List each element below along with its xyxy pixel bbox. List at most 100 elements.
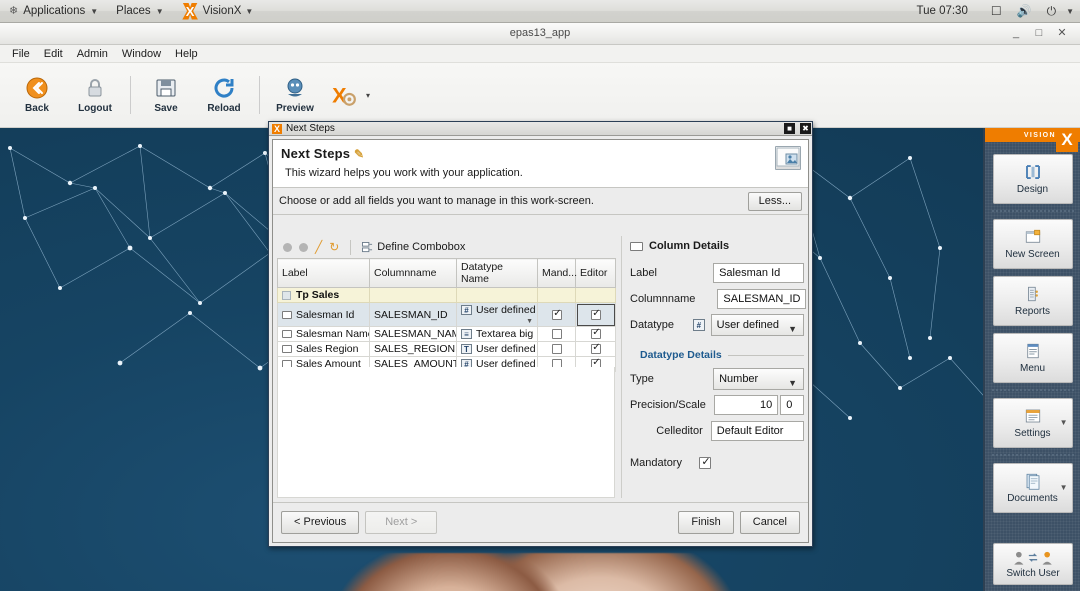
column-header-label[interactable]: Label <box>278 259 370 288</box>
column-header-datatype-name[interactable]: Datatype Name <box>457 259 538 288</box>
type-select[interactable]: Number ▼ <box>713 368 804 390</box>
row-datatype-cell[interactable]: #User defined▼ <box>457 303 538 327</box>
menu-icon <box>1023 342 1043 360</box>
menu-item-file[interactable]: File <box>6 47 36 61</box>
volume-icon[interactable]: 🔊 <box>1017 0 1032 23</box>
less-button[interactable]: Less... <box>748 192 802 211</box>
column-header-mandatory[interactable]: Mand... <box>538 259 576 288</box>
group-row-mandatory-cell <box>538 288 576 303</box>
panel-applications-menu[interactable]: ❄ Applications ▼ <box>0 0 107 23</box>
dot-icon[interactable] <box>299 243 308 252</box>
switch-user-label: Switch User <box>1006 568 1059 579</box>
sidebar-separator <box>992 454 1074 456</box>
toolbar-preview-label: Preview <box>276 103 314 114</box>
row-label-cell[interactable]: Salesman Name <box>278 327 370 342</box>
row-mandatory-cell[interactable] <box>538 342 576 357</box>
menu-item-admin[interactable]: Admin <box>71 47 114 61</box>
row-columnname-cell[interactable]: SALESMAN_NAME <box>370 327 457 342</box>
row-editor-cell[interactable] <box>576 342 616 357</box>
chevron-down-icon[interactable]: ▼ <box>1060 483 1068 492</box>
sidebar-item-documents[interactable]: Documents ▼ <box>993 463 1073 513</box>
row-columnname-cell[interactable]: SALES_REGION <box>370 342 457 357</box>
sidebar-separator <box>992 210 1074 212</box>
chevron-down-icon[interactable]: ▼ <box>526 318 533 325</box>
table-row[interactable]: Salesman Id SALESMAN_ID #User defined▼ <box>278 303 616 327</box>
row-mandatory-cell[interactable] <box>538 303 576 327</box>
undo-icon[interactable]: ↻ <box>329 240 339 254</box>
dialog-maximize-button[interactable]: ■ <box>784 123 795 134</box>
toolbar-visionx-dropdown[interactable]: ▾ <box>366 91 370 100</box>
sidebar-item-settings[interactable]: Settings ▼ <box>993 398 1073 448</box>
columnname-input[interactable]: SALESMAN_ID <box>717 289 806 309</box>
app-toolbar: Back Logout Save Reload <box>0 63 1080 128</box>
cancel-button[interactable]: Cancel <box>740 511 800 534</box>
dialog-close-button[interactable]: ✖ <box>800 123 811 134</box>
sidebar-item-new-screen[interactable]: New Screen <box>993 219 1073 269</box>
mandatory-checkbox[interactable] <box>699 457 711 469</box>
menu-item-edit[interactable]: Edit <box>38 47 69 61</box>
editor-checkbox[interactable] <box>591 329 601 339</box>
panel-visionx-window[interactable]: X VisionX ▼ <box>173 0 263 23</box>
scale-input[interactable]: 0 <box>780 395 804 415</box>
column-header-editor[interactable]: Editor <box>576 259 616 288</box>
column-header-columnname[interactable]: Columnname <box>370 259 457 288</box>
finish-button[interactable]: Finish <box>678 511 733 534</box>
editor-checkbox[interactable] <box>591 344 601 354</box>
define-combobox-button[interactable]: Define Combobox <box>362 241 465 253</box>
power-icon[interactable]: ⏻ <box>1047 0 1057 23</box>
panel-tray: ☐ 🔊 ⏻ ▼ <box>977 0 1080 23</box>
dot-icon[interactable] <box>283 243 292 252</box>
window-maximize-button[interactable]: □ <box>1031 26 1047 41</box>
fields-table: Label Columnname Datatype Name Mand... E… <box>277 258 616 372</box>
mandatory-checkbox[interactable] <box>552 329 562 339</box>
row-editor-cell[interactable] <box>576 327 616 342</box>
sidebar-separator <box>992 389 1074 391</box>
toolbar-logout-button[interactable]: Logout <box>66 68 124 122</box>
dialog-titlebar[interactable]: X Next Steps ■ ✖ <box>269 122 812 136</box>
menu-item-window[interactable]: Window <box>116 47 167 61</box>
row-editor-cell[interactable] <box>576 303 616 327</box>
row-label: Sales Region <box>296 343 358 355</box>
row-label-cell[interactable]: Salesman Id <box>278 303 370 327</box>
row-columnname-cell[interactable]: SALESMAN_ID <box>370 303 457 327</box>
sidebar-item-menu[interactable]: Menu <box>993 333 1073 383</box>
pencil-edit-icon[interactable]: ╱ <box>315 240 322 254</box>
table-row[interactable]: Salesman Name SALESMAN_NAME ≡Textarea bi… <box>278 327 616 342</box>
table-row[interactable]: Sales Region SALES_REGION TUser defined <box>278 342 616 357</box>
sidebar-item-reports[interactable]: Reports <box>993 276 1073 326</box>
row-label-cell[interactable]: Sales Region <box>278 342 370 357</box>
panel-places-menu[interactable]: Places ▼ <box>107 0 172 23</box>
previous-button[interactable]: < Previous <box>281 511 359 534</box>
chevron-down-icon: ▼ <box>90 0 98 23</box>
toolbar-reload-button[interactable]: Reload <box>195 68 253 122</box>
display-icon[interactable]: ☐ <box>991 0 1002 23</box>
panel-clock[interactable]: Tue 07:30 <box>907 0 976 23</box>
window-minimize-button[interactable]: _ <box>1008 26 1024 41</box>
sidebar-switch-user-button[interactable]: Switch User <box>993 543 1073 585</box>
sidebar-item-design[interactable]: Design <box>993 154 1073 204</box>
table-empty-area[interactable] <box>277 367 615 498</box>
datatype-select[interactable]: User defined ▼ <box>711 314 804 336</box>
number-datatype-icon: # <box>693 319 705 331</box>
window-close-button[interactable]: ✕ <box>1054 26 1070 41</box>
celleditor-input[interactable]: Default Editor <box>711 421 804 441</box>
label-input[interactable]: Salesman Id <box>713 263 804 283</box>
toolbar-preview-button[interactable]: Preview <box>266 68 324 122</box>
row-mandatory-cell[interactable] <box>538 327 576 342</box>
mandatory-checkbox[interactable] <box>552 310 562 320</box>
mandatory-checkbox[interactable] <box>552 344 562 354</box>
editor-checkbox[interactable] <box>591 310 601 320</box>
toolbar-visionx-button[interactable]: X <box>324 68 364 122</box>
toolbar-save-button[interactable]: Save <box>137 68 195 122</box>
table-group-row[interactable]: Tp Sales <box>278 288 616 303</box>
menu-item-help[interactable]: Help <box>169 47 204 61</box>
toolbar-back-button[interactable]: Back <box>8 68 66 122</box>
settings-icon <box>1023 407 1043 425</box>
chevron-down-icon[interactable]: ▼ <box>1060 418 1068 427</box>
row-datatype-cell[interactable]: TUser defined <box>457 342 538 357</box>
precision-input[interactable]: 10 <box>714 395 778 415</box>
row-datatype-cell[interactable]: ≡Textarea big <box>457 327 538 342</box>
chevron-down-icon[interactable]: ▼ <box>1066 0 1074 23</box>
reports-icon <box>1023 285 1043 303</box>
columnname-field-label: Columnname <box>630 293 695 305</box>
